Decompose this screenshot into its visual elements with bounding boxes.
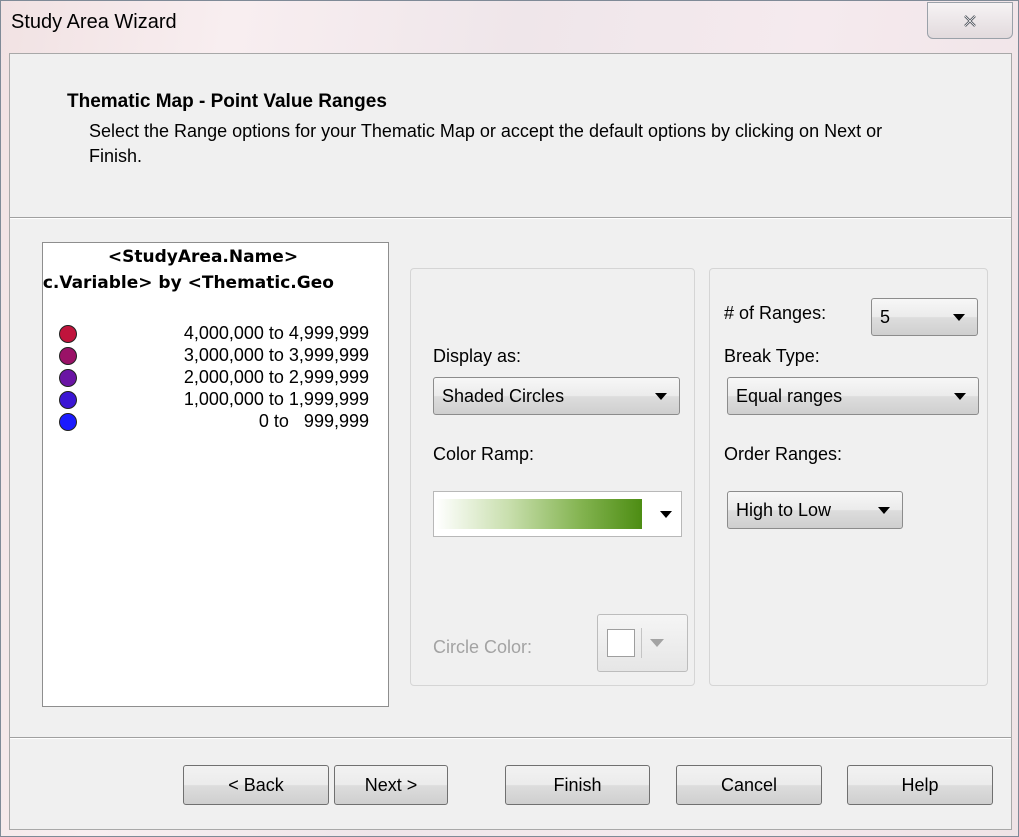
legend-title: <StudyArea.Name> — [107, 247, 299, 267]
next-button[interactable]: Next > — [334, 765, 448, 805]
legend-dot-icon — [59, 369, 77, 387]
legend-row: 4,000,000 to 4,999,999 — [55, 323, 385, 345]
color-ramp-swatch — [436, 499, 642, 529]
break-type-label: Break Type: — [724, 346, 820, 366]
legend-dot-icon — [59, 325, 77, 343]
back-button[interactable]: < Back — [183, 765, 329, 805]
display-options-group: Display as: Shaded Circles Color Ramp: C… — [410, 268, 695, 686]
chevron-down-icon — [660, 510, 672, 518]
legend-subtitle: ic.Variable> by <Thematic.Geo — [42, 273, 334, 293]
circle-color-swatch — [607, 629, 635, 657]
order-ranges-value: High to Low — [736, 499, 832, 520]
legend-row: 2,000,000 to 2,999,999 — [55, 367, 385, 389]
legend-dot-icon — [59, 347, 77, 365]
window-title: Study Area Wizard — [11, 11, 177, 33]
circle-color-button[interactable] — [597, 614, 688, 672]
legend-label: 3,000,000 to 3,999,999 — [183, 345, 369, 365]
circle-color-label: Circle Color: — [433, 637, 533, 657]
color-ramp-label: Color Ramp: — [433, 444, 535, 464]
legend-label: 1,000,000 to 1,999,999 — [183, 389, 369, 409]
close-icon — [964, 14, 976, 27]
chevron-down-icon — [954, 392, 966, 400]
color-ramp-dropdown[interactable] — [433, 491, 682, 537]
wizard-client-area: Thematic Map - Point Value Ranges Select… — [9, 53, 1012, 830]
order-ranges-label: Order Ranges: — [724, 444, 843, 464]
close-button[interactable] — [927, 2, 1013, 39]
page-description: Select the Range options for your Themat… — [89, 121, 883, 166]
legend-preview: <StudyArea.Name> ic.Variable> by <Themat… — [42, 242, 389, 707]
help-button[interactable]: Help — [847, 765, 993, 805]
chevron-down-icon — [655, 392, 667, 400]
page-title: Thematic Map - Point Value Ranges — [67, 91, 387, 112]
range-options-group: # of Ranges: 5 Break Type: Equal ranges … — [709, 268, 988, 686]
num-ranges-dropdown[interactable]: 5 — [871, 298, 978, 336]
chevron-down-icon — [878, 506, 890, 514]
study-area-wizard-window: Study Area Wizard Thematic Map - Point V… — [0, 0, 1019, 837]
legend-dot-icon — [59, 413, 77, 431]
order-ranges-dropdown[interactable]: High to Low — [727, 491, 903, 529]
break-type-value: Equal ranges — [736, 385, 843, 406]
wizard-header: Thematic Map - Point Value Ranges Select… — [10, 54, 1011, 218]
break-type-dropdown[interactable]: Equal ranges — [727, 377, 979, 415]
legend-label: 4,000,000 to 4,999,999 — [183, 323, 369, 343]
num-ranges-label: # of Ranges: — [724, 303, 827, 323]
legend-row: 1,000,000 to 1,999,999 — [55, 389, 385, 411]
chevron-down-icon — [650, 639, 664, 647]
legend-row: 0 to 999,999 — [55, 411, 385, 433]
header-divider — [10, 218, 1011, 219]
display-as-dropdown[interactable]: Shaded Circles — [433, 377, 680, 415]
legend-row: 3,000,000 to 3,999,999 — [55, 345, 385, 367]
legend-dot-icon — [59, 391, 77, 409]
finish-button[interactable]: Finish — [505, 765, 650, 805]
legend-label: 0 to 999,999 — [258, 411, 369, 431]
cancel-button[interactable]: Cancel — [676, 765, 822, 805]
num-ranges-value: 5 — [880, 306, 891, 327]
button-divider — [641, 628, 642, 658]
display-as-label: Display as: — [433, 346, 522, 366]
footer-divider-highlight — [10, 738, 1011, 739]
display-as-value: Shaded Circles — [442, 385, 565, 406]
legend-label: 2,000,000 to 2,999,999 — [183, 367, 369, 387]
chevron-down-icon — [953, 313, 965, 321]
